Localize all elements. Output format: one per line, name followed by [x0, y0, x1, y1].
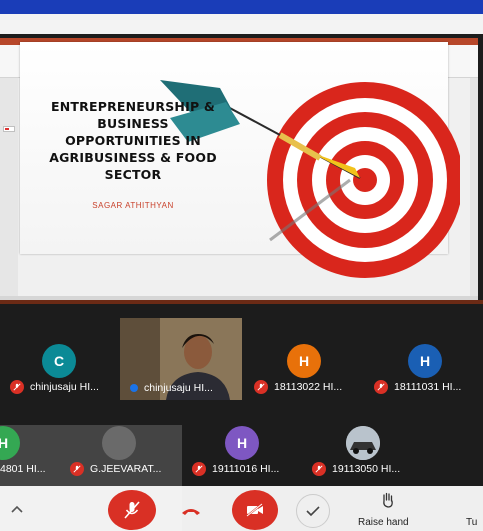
mic-toggle-button[interactable]	[108, 490, 156, 530]
presentation-bottom-border	[0, 300, 483, 304]
participant-avatar[interactable]: H	[287, 344, 321, 378]
slide-title-line: AGRIBUSINESS & FOOD	[49, 150, 217, 165]
screen: ENTREPRENEURSHIP & BUSINESS OPPORTUNITIE…	[0, 0, 483, 531]
raise-hand-label[interactable]: Raise hand	[358, 517, 409, 528]
hangup-icon	[182, 509, 200, 515]
car-photo-icon	[346, 426, 380, 460]
participant-name: 4801 HI...	[0, 463, 46, 475]
participant-name: 19113050 HI...	[332, 463, 401, 475]
slide-title-line: BUSINESS	[97, 116, 169, 131]
mic-off-icon	[192, 462, 206, 476]
participant-label: 18111031 HI...	[374, 380, 461, 394]
top-light-band	[0, 14, 483, 34]
participant-label: 18113022 HI...	[254, 380, 342, 394]
participant-avatar[interactable]: H	[408, 344, 442, 378]
participant-avatar[interactable]: H	[225, 426, 259, 460]
participant-label: chinjusaju HI...	[130, 381, 213, 395]
speaking-indicator-icon	[130, 384, 138, 392]
mic-off-icon	[10, 380, 24, 394]
slide-title-line: OPPORTUNITIES IN	[65, 133, 201, 148]
mic-off-icon	[70, 462, 84, 476]
check-icon	[306, 506, 320, 517]
slide-thumbnail[interactable]	[3, 126, 15, 132]
mic-off-icon	[124, 501, 140, 519]
camera-off-icon	[246, 503, 263, 517]
participant-label: 19113050 HI...	[312, 462, 400, 476]
slide-title: ENTREPRENEURSHIP & BUSINESS OPPORTUNITIE…	[28, 98, 238, 183]
participant-photo[interactable]	[346, 426, 380, 460]
slide-title-line: SECTOR	[104, 167, 162, 182]
participant-name: chinjusaju HI...	[30, 381, 99, 393]
participant-name: 19111016 HI...	[212, 463, 280, 475]
hangup-button[interactable]	[176, 496, 206, 526]
meeting-controls-bar: Raise hand Tu	[0, 486, 483, 531]
raise-hand-icon	[383, 492, 393, 508]
chevron-up-icon[interactable]	[8, 500, 26, 518]
slide-title-line: ENTREPRENEURSHIP &	[51, 99, 215, 114]
participant-name: 18111031 HI...	[394, 381, 462, 393]
participant-name: chinjusaju HI...	[144, 382, 213, 394]
top-accent-band	[0, 0, 483, 14]
raise-hand-button[interactable]	[376, 488, 400, 512]
slide-author: SAGAR ATHITHYAN	[92, 201, 174, 210]
participant-label: chinjusaju HI...	[10, 380, 99, 394]
slide-thumbnail-pane	[0, 78, 18, 298]
participant-label: 4801 HI...	[0, 462, 46, 476]
participant-name: 18113022 HI...	[274, 381, 343, 393]
camera-toggle-button[interactable]	[232, 490, 278, 530]
participant-video[interactable]: chinjusaju HI...	[120, 318, 242, 400]
participant-label: 19111016 HI...	[192, 462, 279, 476]
participant-label: G.JEEVARAT...	[70, 462, 161, 476]
more-controls-label[interactable]: Tu	[466, 517, 477, 528]
mic-off-icon	[312, 462, 326, 476]
ppt-scrollbar[interactable]	[470, 78, 478, 298]
mic-off-icon	[374, 380, 388, 394]
captions-button[interactable]	[296, 494, 330, 528]
participant-avatar[interactable]: C	[42, 344, 76, 378]
participant-photo[interactable]	[102, 426, 136, 460]
mic-off-icon	[254, 380, 268, 394]
participant-name: G.JEEVARAT...	[90, 463, 162, 475]
